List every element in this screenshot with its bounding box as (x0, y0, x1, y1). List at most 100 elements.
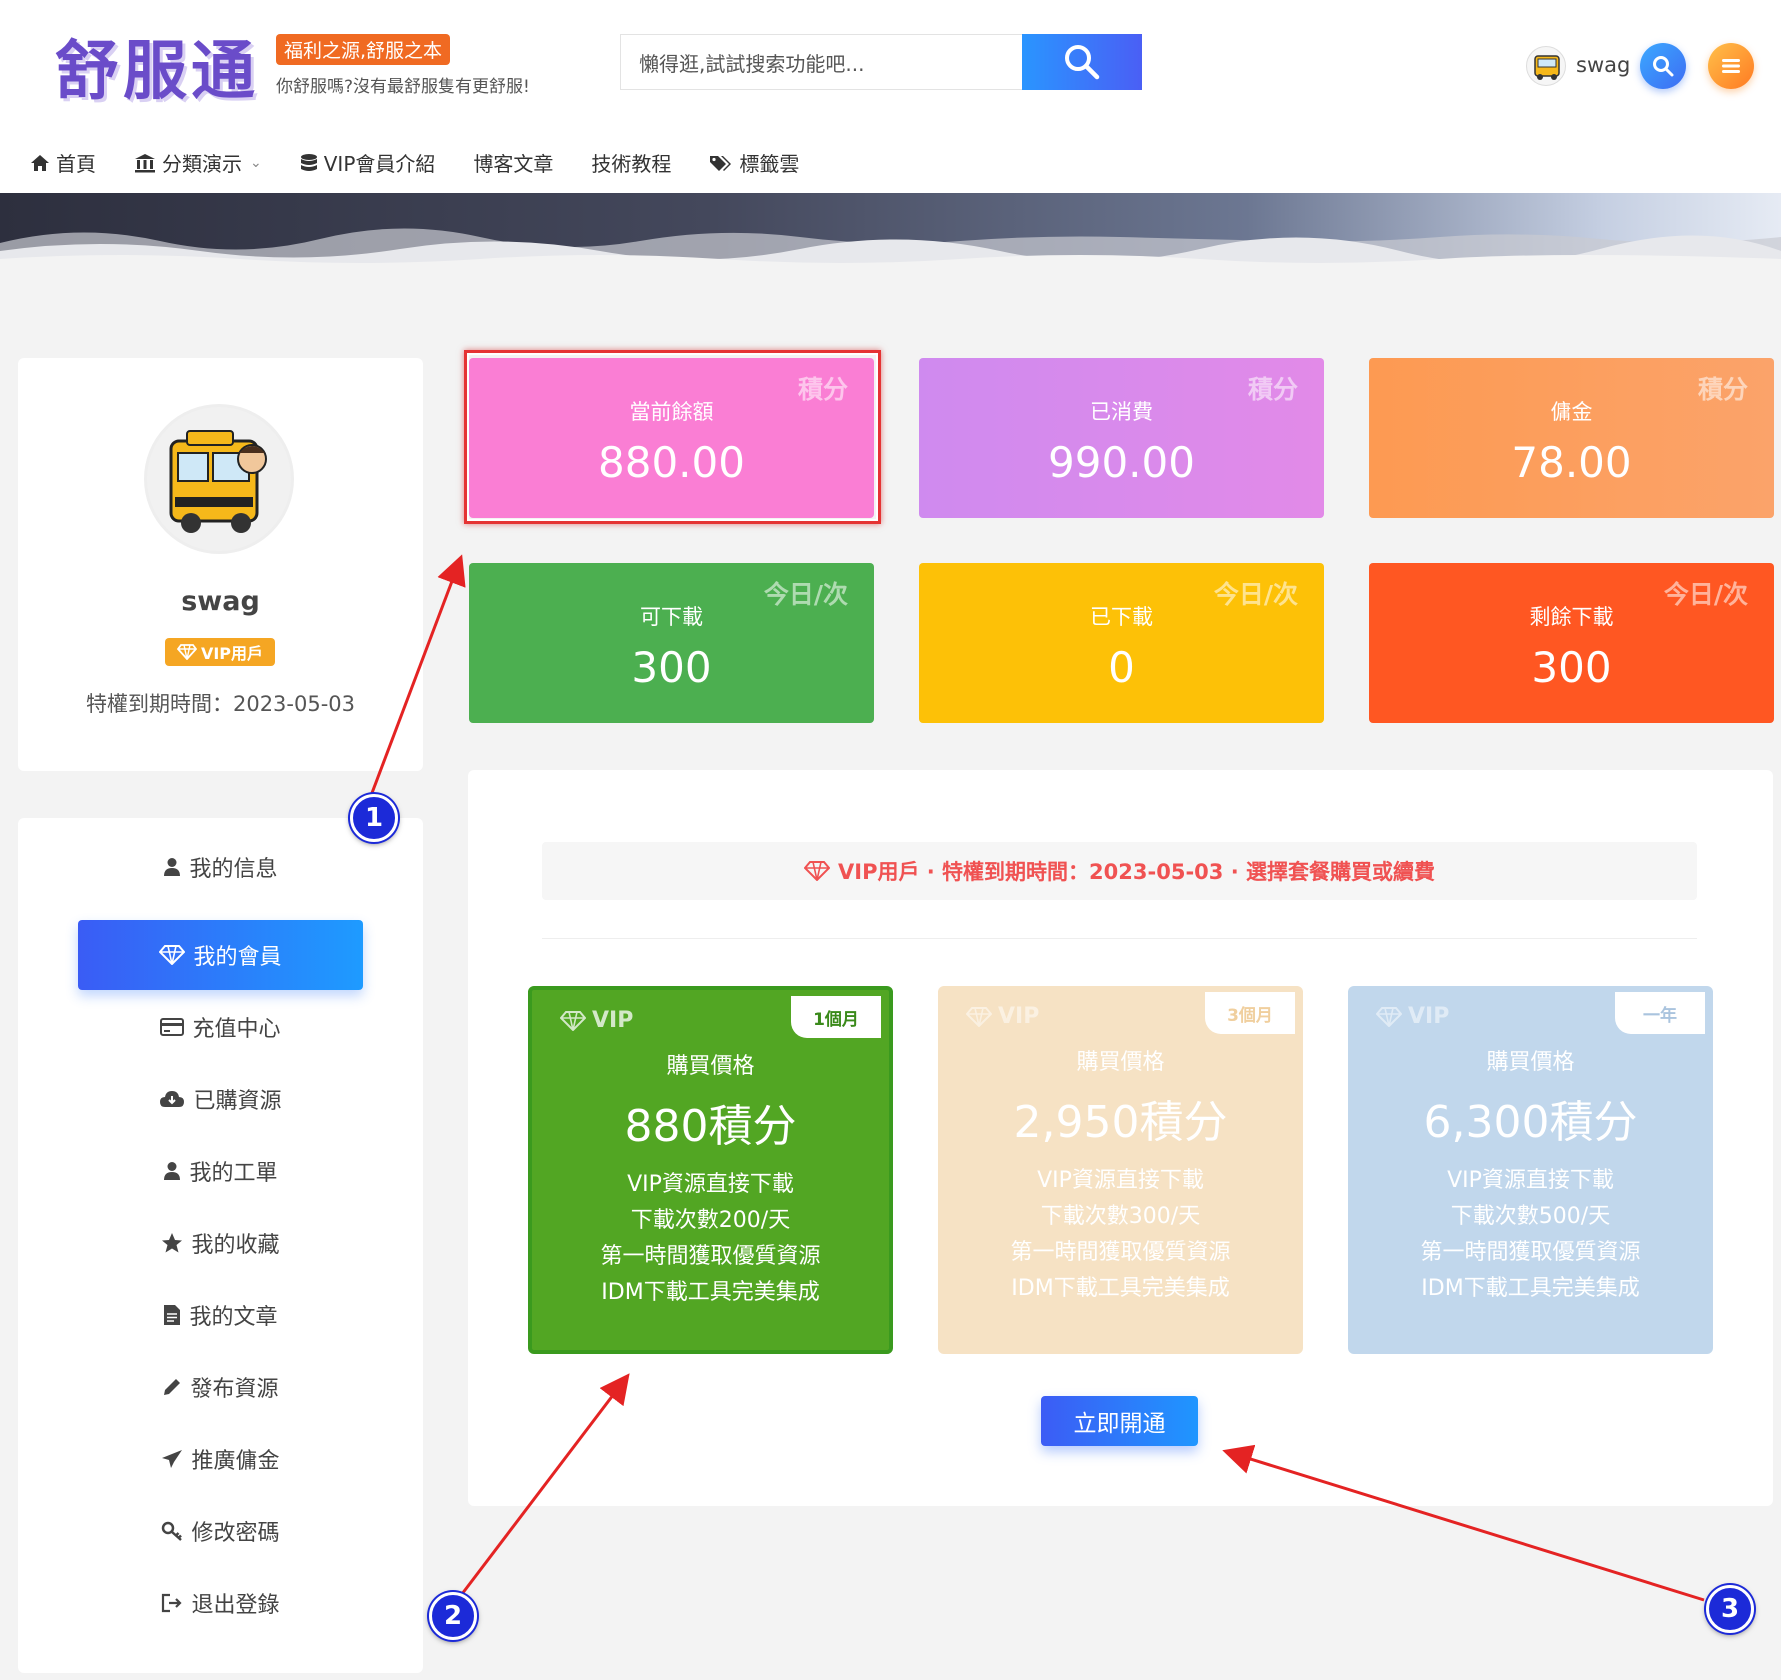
plan-price: 880積分 (624, 1101, 797, 1152)
menu-item-my-membership[interactable]: 我的會員 (78, 920, 363, 990)
user-name[interactable]: swag (1576, 53, 1630, 77)
paper-plane-icon (162, 1450, 183, 1468)
stat-value: 990.00 (1048, 438, 1195, 487)
bank-icon (135, 153, 155, 172)
pencil-icon (164, 1379, 181, 1395)
credit-card-icon (160, 1018, 185, 1036)
diamond-icon (1376, 1006, 1402, 1027)
menu-item-label: 充值中心 (192, 1017, 281, 1042)
chevron-down-icon: ⌄ (250, 154, 262, 171)
stat-value: 78.00 (1511, 438, 1632, 487)
menu-item-label: 我的收藏 (191, 1233, 280, 1258)
annotation-marker-3: 3 (1706, 1585, 1754, 1633)
plan-price: 6,300積分 (1423, 1097, 1638, 1148)
diamond-icon (176, 644, 197, 660)
vip-badge-label: VIP用戶 (200, 644, 264, 663)
user-avatar-small[interactable] (1526, 46, 1566, 86)
menu-item-tickets[interactable]: 我的工單 (78, 1136, 363, 1206)
plan-vip-label: VIP (966, 1004, 1039, 1029)
vip-notice: VIP用戶 · 特權到期時間：2023-05-03 · 選擇套餐購買或續費 (542, 842, 1697, 900)
nav-tutorials[interactable]: 技術教程 (591, 148, 671, 177)
menu-item-publish[interactable]: 發布資源 (78, 1352, 363, 1422)
plan-feature: 下載次數500/天 (1450, 1204, 1611, 1229)
slogan-subtitle: 你舒服嗎?沒有最舒服隻有更舒服! (276, 77, 530, 97)
profile-name: swag (181, 586, 260, 617)
nav-tags-label: 標籤雲 (739, 152, 800, 176)
menu-item-label: 推廣傭金 (191, 1449, 280, 1474)
plan-feature: IDM下載工具完美集成 (601, 1280, 820, 1305)
home-icon (31, 154, 49, 171)
stat-downloadable: 今日/次 可下載 300 (469, 563, 874, 723)
nav-categories[interactable]: 分類演示 ⌄ (134, 148, 262, 177)
menu-item-label: 我的文章 (189, 1305, 278, 1330)
nav-vip-label: VIP會員介紹 (323, 152, 436, 176)
nav-vip[interactable]: VIP會員介紹 (300, 148, 436, 177)
nav-home-label: 首頁 (56, 152, 96, 176)
stat-label: 傭金 (1550, 400, 1593, 424)
plan-feature: 下載次數300/天 (1040, 1204, 1201, 1229)
site-header: 舒服通 福利之源,舒服之本 你舒服嗎?沒有最舒服隻有更舒服! 懶得逛,試試搜索功… (0, 0, 1781, 193)
menu-item-recharge[interactable]: 充值中心 (78, 992, 363, 1062)
plan-vip-text: VIP (998, 1004, 1040, 1029)
main-nav: 首頁 分類演示 ⌄ VIP會員介紹 博客文章 技術教程 標籤雲 (30, 148, 837, 177)
profile-card: swag VIP用戶 特權到期時間：2023-05-03 (18, 358, 423, 771)
user-menu: 我的信息 我的會員 充值中心 已購資源 我的工單 我的收藏 我的文章 發布資源 … (18, 818, 423, 1673)
plan-feature: 第一時間獲取優質資源 (600, 1244, 821, 1269)
logout-icon (162, 1593, 183, 1613)
star-icon (162, 1233, 183, 1253)
activate-now-button[interactable]: 立即開通 (1041, 1396, 1198, 1446)
menu-item-label: 我的工單 (189, 1161, 278, 1186)
menu-item-purchased[interactable]: 已購資源 (78, 1064, 363, 1134)
menu-item-my-info[interactable]: 我的信息 (78, 832, 363, 902)
user-icon (164, 1162, 181, 1180)
stat-label: 已消費 (1090, 400, 1153, 424)
menu-item-articles[interactable]: 我的文章 (78, 1280, 363, 1350)
wave-decoration (0, 228, 1781, 268)
menu-item-favorites[interactable]: 我的收藏 (78, 1208, 363, 1278)
stat-label: 已下載 (1090, 605, 1153, 629)
plan-card-1-year[interactable]: VIP 一年 購買價格 6,300積分 VIP資源直接下載 下載次數500/天 … (1348, 986, 1713, 1354)
menu-icon (1722, 59, 1740, 73)
diamond-icon (804, 861, 830, 881)
menu-item-change-password[interactable]: 修改密碼 (78, 1496, 363, 1566)
plan-feature: IDM下載工具完美集成 (1421, 1276, 1640, 1301)
vip-purchase-panel: VIP用戶 · 特權到期時間：2023-05-03 · 選擇套餐購買或續費 VI… (468, 770, 1773, 1506)
menu-item-label: 發布資源 (190, 1377, 279, 1402)
search-input[interactable]: 懶得逛,試試搜索功能吧... (620, 34, 1022, 90)
stat-value: 300 (1531, 643, 1612, 692)
stat-consumed: 積分 已消費 990.00 (919, 358, 1324, 518)
search-icon (1065, 45, 1100, 80)
plan-price: 2,950積分 (1013, 1097, 1228, 1148)
avatar[interactable] (144, 404, 294, 554)
stat-remaining-downloads: 今日/次 剩餘下載 300 (1369, 563, 1774, 723)
menu-item-label: 退出登錄 (191, 1593, 280, 1618)
plan-vip-text: VIP (1408, 1004, 1450, 1029)
stat-commission: 積分 傭金 78.00 (1369, 358, 1774, 518)
plan-card-3-months[interactable]: VIP 3個月 購買價格 2,950積分 VIP資源直接下載 下載次數300/天… (938, 986, 1303, 1354)
plan-price-label: 購買價格 (1076, 1050, 1165, 1075)
site-logo[interactable]: 舒服通 (55, 20, 259, 112)
header-menu-button[interactable] (1708, 43, 1754, 89)
header-banner (0, 193, 1781, 268)
nav-blog[interactable]: 博客文章 (473, 148, 553, 177)
key-icon (162, 1521, 183, 1541)
bus-avatar-icon (169, 430, 267, 533)
nav-tags[interactable]: 標籤雲 (709, 148, 799, 177)
slogan-badge: 福利之源,舒服之本 (276, 34, 451, 65)
menu-item-commission[interactable]: 推廣傭金 (78, 1424, 363, 1494)
diamond-icon (966, 1006, 992, 1027)
divider (542, 938, 1697, 939)
plan-price-label: 購買價格 (666, 1054, 755, 1079)
header-search-button[interactable] (1640, 43, 1686, 89)
tags-icon (710, 155, 732, 171)
annotation-marker-2: 2 (429, 1592, 477, 1640)
diamond-icon (159, 945, 186, 965)
search-button[interactable] (1022, 34, 1142, 90)
menu-item-logout[interactable]: 退出登錄 (78, 1568, 363, 1638)
stat-value: 300 (631, 643, 712, 692)
cloud-download-icon (160, 1091, 185, 1107)
search-icon (1653, 56, 1674, 77)
plan-card-1-month[interactable]: VIP 1個月 購買價格 880積分 VIP資源直接下載 下載次數200/天 第… (528, 986, 893, 1354)
nav-home[interactable]: 首頁 (30, 148, 96, 177)
diamond-icon (560, 1010, 586, 1031)
